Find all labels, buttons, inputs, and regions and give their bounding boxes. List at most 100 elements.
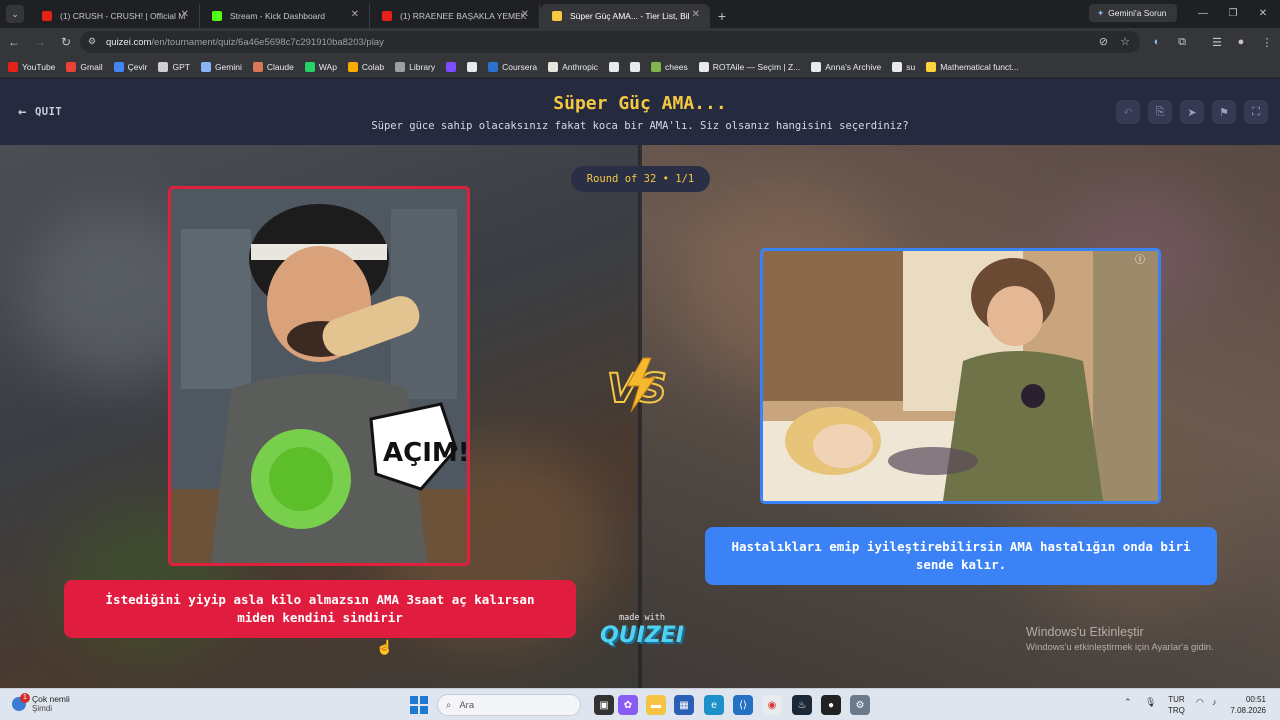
weather-time: Şimdi bbox=[32, 704, 53, 713]
file-explorer-icon[interactable]: ▬ bbox=[646, 695, 666, 715]
gemini-ask-button[interactable]: ✦ Gemini'a Sorun bbox=[1089, 4, 1177, 22]
store-icon[interactable]: ▦ bbox=[674, 695, 694, 715]
github-icon[interactable]: ● bbox=[821, 695, 841, 715]
bookmark-item[interactable]: chees bbox=[651, 61, 688, 72]
send-button[interactable]: ➤ bbox=[1180, 100, 1204, 124]
bookmarks-bar: YouTube Gmail Çevir GPT Gemini Claude WAp Colab… bbox=[0, 56, 1280, 78]
keyboard-layout: TRQ bbox=[1168, 706, 1185, 715]
made-with-quizei[interactable]: made with QUIZEI bbox=[600, 613, 684, 648]
weather-widget[interactable]: 1 Çok nemli Şimdi bbox=[12, 692, 70, 713]
left-option-label: İstediğini yiyip asla kilo almazsın AMA … bbox=[105, 592, 535, 625]
bookmark-item[interactable] bbox=[467, 61, 478, 72]
windows-taskbar: 1 Çok nemli Şimdi ⌕ Ara ▣ ✿ ▬ ▦ e ⟨⟩ ◉ ♨… bbox=[0, 688, 1280, 720]
copilot-icon[interactable]: ✿ bbox=[618, 695, 638, 715]
tab-search-button[interactable]: ⌄ bbox=[6, 5, 24, 23]
taskbar-search[interactable]: ⌕ Ara bbox=[437, 694, 581, 716]
windows-start-icon[interactable] bbox=[410, 696, 428, 714]
bookmark-label: Gmail bbox=[80, 61, 103, 72]
maximize-button[interactable]: ❐ bbox=[1218, 4, 1248, 22]
reload-icon: ↻ bbox=[60, 35, 72, 49]
quizei-favicon-icon bbox=[552, 11, 562, 21]
bookmark-label: Claude bbox=[266, 61, 294, 72]
activation-subtitle: Windows'u etkinleştirmek için Ayarlar'a … bbox=[1026, 642, 1214, 653]
right-option-button[interactable]: Hastalıkları emip iyileştirebilirsin AMA… bbox=[705, 527, 1217, 585]
bookmark-item[interactable]: Gmail bbox=[66, 61, 103, 72]
bookmark-item[interactable]: WAp bbox=[304, 61, 337, 72]
vscode-icon[interactable]: ⟨⟩ bbox=[733, 695, 753, 715]
bookmark-favicon-icon bbox=[926, 61, 937, 72]
browser-toolbar: ← → ↻ ⚙ quizei.com/en/tournament/quiz/6a… bbox=[0, 28, 1280, 56]
reload-button[interactable]: ↻ bbox=[54, 30, 78, 54]
share-button[interactable]: ⎘ bbox=[1148, 100, 1172, 124]
undo-button[interactable]: ↶ bbox=[1116, 100, 1140, 124]
tab-quizei[interactable]: Süper Güç AMA... - Tier List, Bil ✕ bbox=[540, 4, 710, 28]
report-button[interactable]: ⚑ bbox=[1212, 100, 1236, 124]
bookmark-item[interactable]: Çevir bbox=[113, 61, 147, 72]
site-info-icon[interactable]: ⚙ bbox=[88, 36, 100, 48]
bookmark-item[interactable]: ROTAile — Seçim | Z... bbox=[698, 61, 801, 72]
bookmark-item[interactable]: Colab bbox=[347, 61, 384, 72]
back-button[interactable]: ← bbox=[2, 30, 26, 54]
bookmark-label: Gemini bbox=[214, 61, 242, 72]
steam-icon[interactable]: ♨ bbox=[792, 695, 812, 715]
bookmark-item[interactable]: Coursera bbox=[488, 61, 537, 72]
url-host: quizei.com bbox=[106, 36, 152, 48]
gemini-sidebar-icon[interactable]: ◐ bbox=[1148, 34, 1166, 50]
volume-icon[interactable]: ♪ bbox=[1212, 697, 1217, 707]
bookmark-label: ROTAile — Seçim | Z... bbox=[712, 61, 801, 72]
system-clock[interactable]: 00:51 7.08.2026 bbox=[1230, 694, 1266, 716]
task-view-icon[interactable]: ▣ bbox=[594, 695, 614, 715]
tray-overflow-icon[interactable]: ⌃ bbox=[1124, 697, 1132, 708]
edge-icon[interactable]: e bbox=[704, 695, 724, 715]
bookmark-item[interactable]: GPT bbox=[158, 61, 190, 72]
weather-icon: 1 bbox=[12, 692, 30, 711]
bookmark-item[interactable]: Gemini bbox=[200, 61, 242, 72]
bookmark-item[interactable]: YouTube bbox=[8, 61, 55, 72]
bookmark-item[interactable] bbox=[609, 61, 620, 72]
quizei-logo: QUIZEI bbox=[600, 623, 684, 648]
address-bar[interactable]: ⚙ quizei.com/en/tournament/quiz/6a46e569… bbox=[80, 31, 1140, 53]
wifi-icon[interactable]: ◠ bbox=[1196, 697, 1204, 708]
bookmark-label: Anthropic bbox=[562, 61, 599, 72]
chrome-icon[interactable]: ◉ bbox=[762, 695, 782, 715]
star-icon[interactable]: ☆ bbox=[1120, 35, 1130, 48]
minimize-button[interactable]: — bbox=[1188, 4, 1218, 22]
youtube-favicon-icon bbox=[382, 11, 392, 21]
close-icon[interactable]: ✕ bbox=[181, 9, 189, 20]
bookmark-label: WAp bbox=[318, 61, 337, 72]
bookmark-item[interactable]: Anthropic bbox=[548, 61, 599, 72]
bookmark-item[interactable]: su bbox=[892, 61, 915, 72]
right-option-image[interactable]: ⓘ bbox=[760, 248, 1161, 504]
close-icon[interactable]: ✕ bbox=[521, 9, 529, 20]
microphone-icon[interactable]: 🎙 bbox=[1145, 697, 1156, 708]
close-icon[interactable]: ✕ bbox=[351, 9, 359, 20]
language-indicator[interactable]: TUR TRQ bbox=[1168, 694, 1185, 716]
eye-off-icon[interactable]: ⊘ bbox=[1099, 35, 1108, 48]
bookmark-item[interactable]: Library bbox=[395, 61, 435, 72]
reading-list-icon[interactable]: ☰ bbox=[1208, 34, 1226, 50]
fullscreen-button[interactable]: ⛶ bbox=[1244, 100, 1268, 124]
left-option-button[interactable]: İstediğini yiyip asla kilo almazsın AMA … bbox=[64, 580, 576, 638]
extensions-icon[interactable]: ⧉ bbox=[1173, 34, 1191, 50]
profile-avatar-icon[interactable]: ● bbox=[1232, 34, 1250, 50]
left-option-image[interactable]: AÇIM! bbox=[168, 186, 470, 566]
vs-emblem-icon: VS bbox=[606, 357, 668, 413]
forward-button[interactable]: → bbox=[28, 30, 52, 54]
tab-crush[interactable]: (1) CRUSH - CRUSH! | Official M ✕ bbox=[30, 4, 200, 28]
menu-icon[interactable]: ⋮ bbox=[1258, 34, 1276, 50]
tab-raenee[interactable]: (1) RRAENEE BAŞAKLA YEMEK ✕ bbox=[370, 4, 540, 28]
quiz-header: ← QUIT Süper Güç AMA... Süper güce sahip… bbox=[0, 79, 1280, 145]
bookmark-favicon-icon bbox=[446, 61, 457, 72]
bookmark-item[interactable] bbox=[630, 61, 641, 72]
close-window-button[interactable]: ✕ bbox=[1248, 4, 1278, 22]
close-icon[interactable]: ✕ bbox=[692, 9, 700, 20]
info-corner-icon[interactable]: ⓘ bbox=[1135, 254, 1145, 266]
tab-kick[interactable]: Stream - Kick Dashboard ✕ bbox=[200, 4, 370, 28]
right-illustration: ⓘ bbox=[763, 251, 1158, 501]
bookmark-item[interactable]: Mathematical funct... bbox=[926, 61, 1019, 72]
bookmark-item[interactable]: Claude bbox=[252, 61, 294, 72]
settings-icon[interactable]: ⚙ bbox=[850, 695, 870, 715]
new-tab-button[interactable]: + bbox=[710, 4, 734, 28]
bookmark-item[interactable]: Anna's Archive bbox=[811, 61, 881, 72]
bookmark-item[interactable] bbox=[446, 61, 457, 72]
